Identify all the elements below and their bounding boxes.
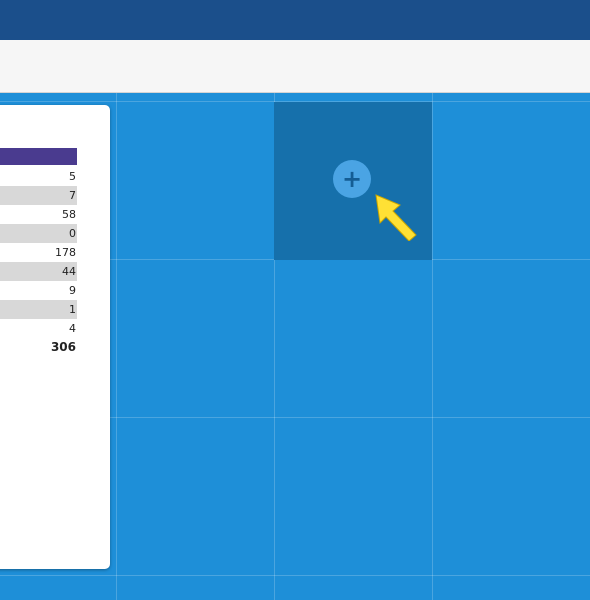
- table-row: 9: [69, 284, 76, 297]
- toolbar: [0, 40, 590, 93]
- table-row: 44: [0, 262, 77, 281]
- data-table-widget[interactable]: 5 7 58 0 178 44 9 1 4 306: [0, 105, 110, 569]
- table-row: 4: [69, 322, 76, 335]
- table-row: 58: [62, 208, 76, 221]
- table-row: 178: [55, 246, 76, 259]
- table-row: 0: [0, 224, 77, 243]
- grid-line: [116, 93, 117, 600]
- table-row: 7: [0, 186, 77, 205]
- table-body: 5 7 58 0 178 44 9 1 4 306: [0, 167, 77, 357]
- top-bar: [0, 0, 590, 40]
- table-row: 5: [69, 170, 76, 183]
- table-row: 1: [0, 300, 77, 319]
- add-widget-button[interactable]: +: [333, 160, 371, 198]
- table-header: [0, 148, 77, 165]
- table-total-row: 306: [50, 340, 76, 354]
- grid-line: [432, 93, 433, 600]
- grid-line: [0, 575, 590, 576]
- arrow-cursor-icon: [375, 194, 417, 241]
- dashboard-grid: + 5 7 58 0 178 44 9 1 4 306: [0, 93, 590, 600]
- plus-icon: +: [341, 165, 363, 193]
